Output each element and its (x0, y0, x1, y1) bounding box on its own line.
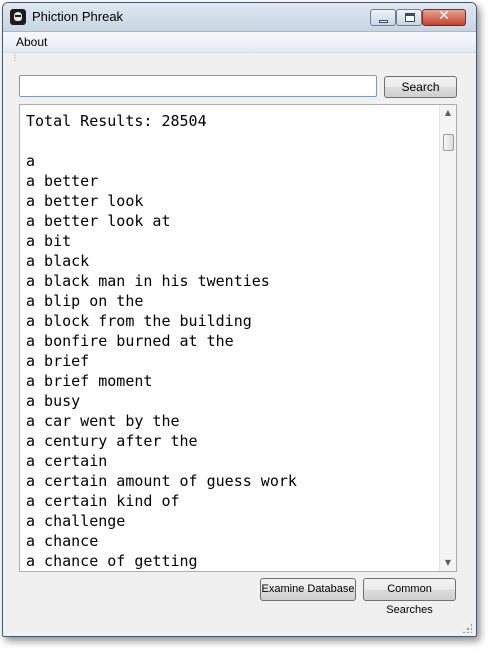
search-input[interactable] (19, 75, 377, 97)
result-item[interactable]: a challenge (26, 511, 436, 531)
menu-item-about[interactable]: About (16, 35, 47, 49)
result-item[interactable]: a blip on the (26, 291, 436, 311)
result-item[interactable]: a better (26, 171, 436, 191)
title-bar[interactable]: Phiction Phreak ✕ (3, 3, 476, 32)
result-item[interactable]: a brief moment (26, 371, 436, 391)
result-item[interactable]: a chance (26, 531, 436, 551)
app-window: Phiction Phreak ✕ About ⋮ Search Total R… (2, 2, 477, 637)
result-item[interactable]: a black (26, 251, 436, 271)
result-item[interactable]: a brief (26, 351, 436, 371)
window-title: Phiction Phreak (32, 9, 124, 24)
minimize-icon (379, 20, 388, 23)
toolbar-grip-icon: ⋮ (11, 53, 19, 62)
scroll-down-arrow-icon[interactable]: ▼ (440, 555, 456, 571)
result-item[interactable]: a bonfire burned at the (26, 331, 436, 351)
maximize-icon (405, 13, 415, 22)
results-total: Total Results: 28504 (26, 112, 207, 130)
result-item[interactable]: a certain (26, 451, 436, 471)
size-grip-icon[interactable] (462, 623, 472, 633)
result-item[interactable]: a certain kind of (26, 491, 436, 511)
results-spacer (26, 131, 436, 151)
result-item[interactable]: a (26, 151, 436, 171)
examine-database-button[interactable]: Examine Database (260, 578, 356, 601)
scroll-up-arrow-icon[interactable]: ▲ (440, 105, 456, 121)
scroll-thumb[interactable] (443, 134, 454, 151)
result-item[interactable]: a block from the building (26, 311, 436, 331)
result-item[interactable]: a chance of getting (26, 551, 436, 571)
close-button[interactable]: ✕ (422, 8, 466, 26)
search-button[interactable]: Search (384, 76, 457, 98)
result-item[interactable]: a bit (26, 231, 436, 251)
app-icon (10, 9, 26, 25)
result-item[interactable]: a busy (26, 391, 436, 411)
maximize-button[interactable] (396, 9, 422, 26)
close-icon: ✕ (438, 8, 450, 24)
result-item[interactable]: a car went by the (26, 411, 436, 431)
result-item[interactable]: a black man in his twenties (26, 271, 436, 291)
result-item[interactable]: a better look at (26, 211, 436, 231)
menu-bar: About (3, 32, 476, 53)
results-text: Total Results: 28504 aa better a better l… (26, 111, 436, 571)
minimize-button[interactable] (370, 9, 396, 26)
result-item[interactable]: a better look (26, 191, 436, 211)
results-list[interactable]: Total Results: 28504 aa better a better l… (19, 104, 457, 572)
common-searches-button[interactable]: Common Searches (363, 578, 456, 616)
results-scrollbar[interactable]: ▲ ▼ (439, 105, 456, 571)
result-item[interactable]: a century after the (26, 431, 436, 451)
result-item[interactable]: a certain amount of guess work (26, 471, 436, 491)
